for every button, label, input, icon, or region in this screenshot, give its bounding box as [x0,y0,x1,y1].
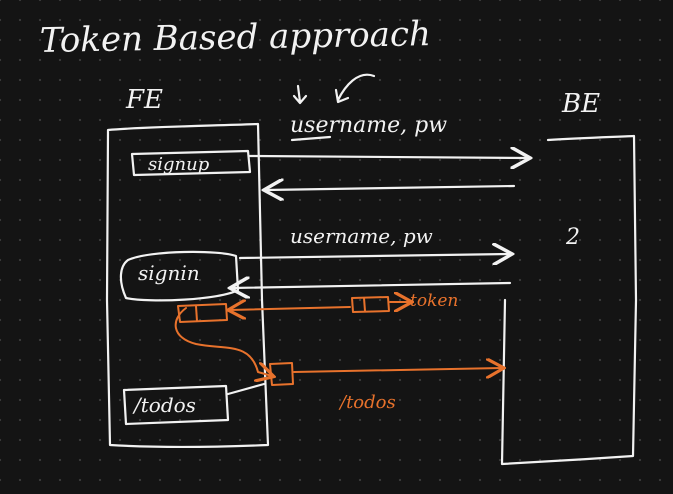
token-response-arrow [230,307,351,310]
token-box-tab [363,297,366,312]
frontend-label: FE [125,85,163,115]
backend-note-glyph: 2 [565,225,580,250]
todos-label: /todos [132,393,196,417]
backend-label: BE [561,89,600,119]
token-stored-tab [195,305,198,322]
signup-label: signup [148,154,210,175]
signin-label: signin [138,261,200,285]
signin-response-arrow [232,283,512,288]
credentials-mid-label: username, pw [290,224,433,248]
signup-request-arrow [248,156,528,158]
token-stored-box [177,303,228,323]
diagram-canvas: Token Based approach FE BE username, pw … [39,14,638,466]
signin-request-arrow [238,254,510,258]
todos-token-box [269,362,294,386]
token-box [351,296,390,313]
signup-response-arrow [266,186,516,190]
scribble-arrow-curve [334,73,376,104]
backend-box [500,134,638,466]
token-label: token [410,291,458,311]
todos-request-label: /todos [338,392,396,413]
todos-link-line [226,382,266,396]
scribble-arrow-down [292,84,308,105]
credentials-top-label: username, pw [290,113,447,138]
diagram-title: Token Based approach [39,14,431,61]
token-to-request-curve [174,307,272,376]
todos-request-arrow [293,368,502,372]
